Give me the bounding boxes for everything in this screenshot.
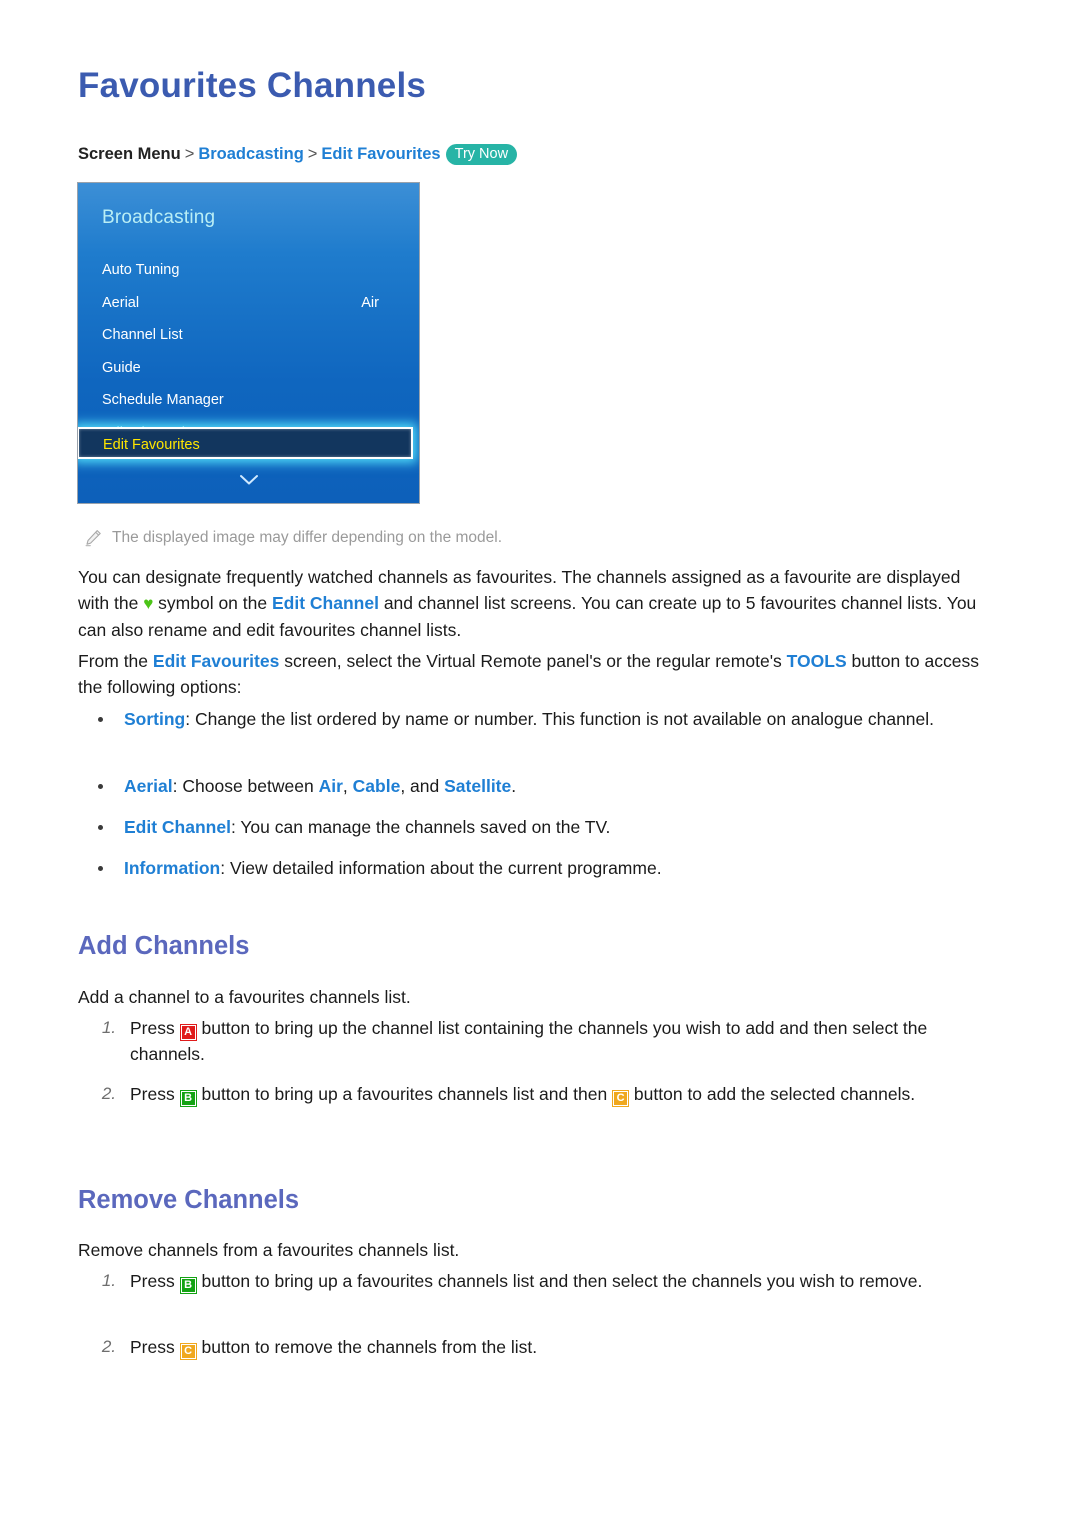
- tv-menu-item-label: Channel List: [102, 327, 183, 343]
- intro-p2-part-b: screen, select the Virtual Remote panel'…: [284, 651, 782, 671]
- add-channels-step-1: 1. Press A button to bring up the channe…: [86, 1015, 994, 1067]
- option-description: : View detailed information about the cu…: [220, 858, 662, 878]
- remove-channels-step-1: 1. Press B button to bring up a favourit…: [86, 1268, 994, 1294]
- add-channels-step-2: 2. Press B button to bring up a favourit…: [86, 1081, 994, 1107]
- option-description: : Change the list ordered by name or num…: [185, 709, 935, 729]
- note-row: The displayed image may differ depending…: [84, 528, 502, 548]
- remote-key-b-icon: B: [179, 1090, 197, 1107]
- chevron-down-icon[interactable]: [78, 472, 419, 489]
- tv-menu-item-label: Aerial: [102, 294, 140, 311]
- step-text-post: button to bring up a favourites channels…: [201, 1271, 923, 1291]
- remote-key-c-icon: C: [179, 1343, 197, 1360]
- remote-key-c-icon: C: [612, 1090, 630, 1107]
- tv-menu-item-auto-tuning[interactable]: Auto Tuning: [78, 254, 419, 287]
- step-text-pre: Press: [130, 1084, 175, 1104]
- breadcrumb: Screen Menu > Broadcasting > Edit Favourites…: [78, 143, 518, 166]
- tv-menu-item-label: Guide: [102, 359, 141, 376]
- option-description: : You can manage the channels saved on t…: [230, 817, 611, 837]
- remote-key-a-icon: A: [179, 1024, 197, 1041]
- breadcrumb-root: Screen Menu: [78, 145, 181, 163]
- note-text: The displayed image may differ depending…: [112, 529, 503, 546]
- breadcrumb-level-1[interactable]: Broadcasting: [198, 145, 303, 163]
- option-value-satellite[interactable]: Satellite: [444, 776, 511, 796]
- remote-key-b-icon: B: [179, 1277, 197, 1294]
- document-page: Favourites Channels Screen Menu > Broadcas…: [0, 0, 1080, 1527]
- remove-channels-step-2: 2. Press C button to remove the channels…: [86, 1334, 994, 1360]
- intro-paragraph-2: From the Edit Favourites screen, select …: [78, 648, 994, 700]
- step-number: 1.: [101, 1018, 116, 1037]
- tv-menu-header: Broadcasting: [102, 207, 216, 228]
- breadcrumb-separator-1: >: [184, 145, 195, 163]
- option-value-air[interactable]: Air: [319, 776, 343, 796]
- link-tools[interactable]: TOOLS: [787, 651, 847, 671]
- tv-menu-item-channel-list[interactable]: Channel List: [78, 319, 419, 352]
- option-item-edit-channel: Edit Channel: You can manage the channel…: [92, 814, 994, 840]
- tv-menu-item-aerial[interactable]: Aerial Air: [78, 287, 419, 320]
- breadcrumb-separator-2: >: [307, 145, 318, 163]
- option-term[interactable]: Information: [124, 858, 220, 878]
- tv-menu-list: Auto Tuning Aerial Air Channel List Guid…: [78, 254, 419, 449]
- intro-p1-part-b: symbol on the: [158, 593, 268, 613]
- remove-channels-lead: Remove channels from a favourites channe…: [78, 1240, 460, 1260]
- option-value-cable[interactable]: Cable: [353, 776, 401, 796]
- tv-menu-item-edit-favourites[interactable]: Edit Favourites: [78, 427, 413, 459]
- option-term[interactable]: Edit Channel: [124, 817, 231, 837]
- intro-paragraph-1: You can designate frequently watched cha…: [78, 564, 994, 643]
- step-text-post: button to remove the channels from the l…: [201, 1337, 538, 1357]
- tv-menu-item-guide[interactable]: Guide: [78, 352, 419, 385]
- intro-p2-part-a: From the: [78, 651, 149, 671]
- page-title: Favourites Channels: [78, 66, 427, 105]
- breadcrumb-level-2[interactable]: Edit Favourites: [321, 145, 440, 163]
- tv-menu-item-schedule-manager[interactable]: Schedule Manager: [78, 384, 419, 417]
- tv-menu-item-label: Auto Tuning: [102, 262, 180, 278]
- section-heading-remove-channels: Remove Channels: [78, 1186, 300, 1214]
- add-channels-lead: Add a channel to a favourites channels l…: [78, 987, 411, 1007]
- step-text-post: button to bring up the channel list cont…: [130, 1018, 928, 1064]
- step-text-pre: Press: [130, 1337, 175, 1357]
- step-text-pre: Press: [130, 1018, 175, 1038]
- option-description-b: , and: [400, 776, 440, 796]
- tv-menu-item-label: Schedule Manager: [102, 392, 224, 408]
- step-text-post: button to add the selected channels.: [633, 1084, 916, 1104]
- favourite-heart-icon: ♥: [143, 594, 154, 613]
- option-comma: ,: [342, 776, 348, 796]
- option-term[interactable]: Sorting: [124, 709, 185, 729]
- section-heading-add-channels: Add Channels: [78, 932, 250, 960]
- option-description-c: .: [511, 776, 517, 796]
- step-number: 2.: [101, 1337, 116, 1356]
- step-text-mid: button to bring up a favourites channels…: [201, 1084, 608, 1104]
- tv-menu-item-value: Air: [361, 294, 379, 311]
- step-text-pre: Press: [130, 1271, 175, 1291]
- tv-menu-panel: Broadcasting Auto Tuning Aerial Air Chan…: [77, 182, 420, 504]
- option-description-a: : Choose between: [172, 776, 314, 796]
- option-item-sorting: Sorting: Change the list ordered by name…: [92, 706, 994, 732]
- tv-menu-item-label: Edit Favourites: [103, 437, 200, 453]
- try-now-badge[interactable]: Try Now: [445, 144, 518, 165]
- option-item-information: Information: View detailed information a…: [92, 855, 994, 881]
- link-edit-favourites[interactable]: Edit Favourites: [153, 651, 279, 671]
- pencil-icon: [84, 529, 102, 548]
- link-edit-channel[interactable]: Edit Channel: [272, 593, 379, 613]
- step-number: 1.: [101, 1271, 116, 1290]
- option-item-aerial: Aerial: Choose between Air, Cable, and S…: [92, 773, 994, 799]
- option-term[interactable]: Aerial: [124, 776, 173, 796]
- step-number: 2.: [101, 1084, 116, 1103]
